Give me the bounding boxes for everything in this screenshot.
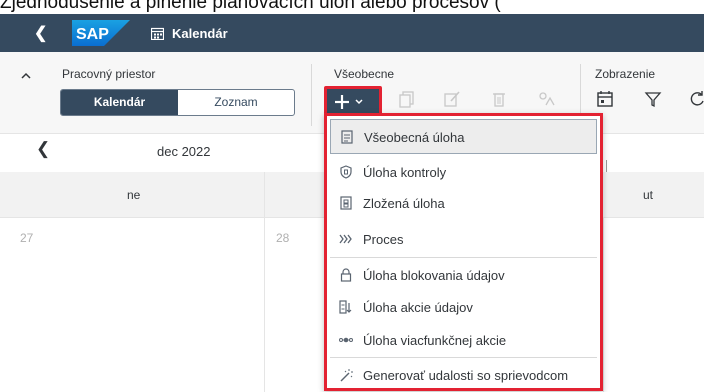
workspace-label: Pracovný priestor	[62, 67, 156, 81]
menu-item-label: Generovať udalosti so sprievodcom	[363, 368, 569, 383]
create-button[interactable]	[324, 86, 382, 116]
plus-icon	[335, 95, 363, 109]
back-icon[interactable]: ❮	[34, 23, 47, 43]
document-icon	[340, 130, 354, 144]
menu-item-generate-events-wizard[interactable]: Generovať udalosti so sprievodcom	[330, 358, 597, 392]
composite-document-icon	[339, 196, 353, 210]
menu-item-label: Úloha blokovania údajov	[363, 268, 505, 283]
display-label: Zobrazenie	[595, 67, 656, 81]
menu-item-control-task[interactable]: Úloha kontroly	[330, 155, 597, 190]
collapse-icon[interactable]	[20, 68, 32, 79]
menu-item-label: Zložená úloha	[363, 196, 445, 211]
copy-icon[interactable]	[398, 90, 416, 108]
general-label: Všeobecne	[334, 67, 395, 81]
edit-icon[interactable]	[443, 90, 461, 108]
menu-item-multi-action-task[interactable]: Úloha viacfunkčnej akcie	[330, 323, 597, 358]
day-header-tuesday: ut	[643, 188, 654, 202]
day-header-sunday: ne	[127, 188, 141, 202]
calendar-grid-line	[264, 172, 265, 392]
sap-logo-text: SAP	[76, 26, 109, 43]
calendar-icon	[150, 27, 165, 41]
menu-item-data-block-task[interactable]: Úloha blokovania údajov	[330, 258, 597, 293]
segment-calendar[interactable]: Kalendár	[61, 90, 178, 115]
month-navigation: ❮ dec 2022	[0, 134, 310, 172]
segment-list[interactable]: Zoznam	[178, 90, 294, 115]
menu-item-label: Proces	[363, 232, 404, 247]
menu-item-label: Úloha kontroly	[363, 165, 447, 180]
delete-icon[interactable]	[490, 90, 508, 108]
workspace-segmented-control: Kalendár Zoznam	[60, 89, 295, 116]
lock-icon	[339, 268, 353, 282]
sap-logo[interactable]: SAP	[72, 20, 130, 46]
menu-item-composite-task[interactable]: Zložená úloha	[330, 186, 597, 221]
current-month[interactable]: dec 2022	[157, 144, 211, 159]
calendar-grid-line	[603, 218, 604, 392]
day-number[interactable]: 28	[276, 231, 289, 245]
shield-icon	[339, 165, 353, 179]
caption-strip: Zjednodušenie a plnenie plánovacích úloh…	[0, 0, 704, 14]
previous-month-icon[interactable]: ❮	[36, 139, 50, 159]
wizard-icon	[339, 368, 353, 382]
refresh-icon[interactable]	[688, 90, 704, 108]
menu-item-data-action-task[interactable]: Úloha akcie údajov	[330, 290, 597, 325]
data-action-icon	[339, 300, 353, 314]
app-title: Kalendár	[172, 26, 228, 41]
toolbar-divider	[311, 64, 312, 126]
menu-item-process[interactable]: Proces	[330, 222, 597, 257]
caption-text: Zjednodušenie a plnenie plánovacích úloh…	[0, 0, 501, 13]
multi-action-icon	[339, 333, 353, 347]
menu-item-label: Úloha viacfunkčnej akcie	[363, 333, 507, 348]
menu-item-label: Úloha akcie údajov	[363, 300, 473, 315]
menu-item-label: Všeobecná úloha	[364, 130, 465, 145]
filter-icon[interactable]	[644, 90, 662, 108]
menu-item-general-task[interactable]: Všeobecná úloha	[330, 119, 597, 154]
day-number[interactable]: 27	[20, 231, 33, 245]
transfer-icon[interactable]	[538, 90, 556, 108]
chevrons-right-icon	[339, 232, 353, 246]
create-menu: Všeobecná úloha Úloha kontroly Zložená ú…	[324, 113, 603, 391]
shell-bar: ❮ SAP Kalendár	[0, 14, 704, 52]
calendar-view-icon[interactable]	[596, 90, 614, 108]
